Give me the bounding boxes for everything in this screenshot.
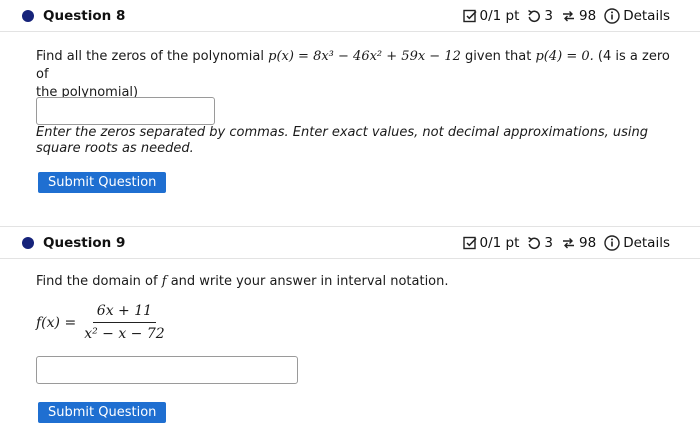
- question-8-prompt: Find all the zeros of the polynomial p(x…: [36, 48, 676, 102]
- question-title: Question 8: [43, 7, 126, 24]
- score-text: 0/1 pt: [479, 7, 520, 24]
- score-checkbox-icon: [462, 236, 477, 250]
- retries-text: 3: [544, 234, 553, 251]
- question-8-header: Question 8 0/1 pt 3 98 Details: [0, 0, 700, 32]
- question-bullet-icon: [22, 9, 34, 22]
- attempts-text: 98: [579, 234, 597, 251]
- question-9-header: Question 9 0/1 pt 3 98 Details: [0, 226, 700, 259]
- function-variable: f: [161, 274, 167, 289]
- submit-question-button[interactable]: Submit Question: [38, 402, 167, 423]
- function-definition: f(x) = 6x + 11 x² − x − 72: [36, 303, 165, 342]
- submit-question-button[interactable]: Submit Question: [38, 172, 167, 193]
- retry-icon: [527, 9, 541, 23]
- fraction-denominator: x² − x − 72: [84, 326, 165, 342]
- attempts-text: 98: [579, 7, 597, 24]
- answer-instructions: Enter the zeros separated by commas. Ent…: [36, 125, 648, 156]
- answer-input[interactable]: [36, 97, 215, 125]
- fraction-numerator: 6x + 11: [92, 303, 157, 323]
- prompt-text: Find the domain of: [36, 274, 158, 289]
- info-icon[interactable]: [604, 234, 620, 251]
- retry-icon: [527, 236, 541, 250]
- question-bullet-icon: [22, 236, 34, 249]
- info-icon[interactable]: [604, 7, 620, 24]
- score-text: 0/1 pt: [479, 234, 520, 251]
- question-title: Question 9: [43, 234, 126, 251]
- details-link[interactable]: Details: [623, 8, 670, 24]
- score-checkbox-icon: [462, 9, 477, 23]
- question-9-prompt: Find the domain of f and write your answ…: [36, 273, 449, 291]
- polynomial-expression: p(x) = 8x³ − 46x² + 59x − 12: [268, 49, 461, 64]
- prompt-text: Find all the zeros of the polynomial: [36, 49, 264, 64]
- question-meta: 0/1 pt 3 98 Details: [462, 7, 670, 24]
- details-link[interactable]: Details: [623, 235, 670, 251]
- retries-text: 3: [544, 7, 553, 24]
- function-lhs: f(x) =: [36, 314, 77, 331]
- prompt-text-mid: given that: [465, 49, 532, 64]
- attempts-cycle-icon: [561, 9, 576, 23]
- question-meta: 0/1 pt 3 98 Details: [462, 234, 670, 251]
- function-fraction: 6x + 11 x² − x − 72: [84, 303, 164, 342]
- condition-expression: p(4) = 0.: [535, 49, 594, 64]
- attempts-cycle-icon: [561, 236, 576, 250]
- answer-input[interactable]: [36, 356, 298, 384]
- prompt-text-post: and write your answer in interval notati…: [170, 274, 449, 289]
